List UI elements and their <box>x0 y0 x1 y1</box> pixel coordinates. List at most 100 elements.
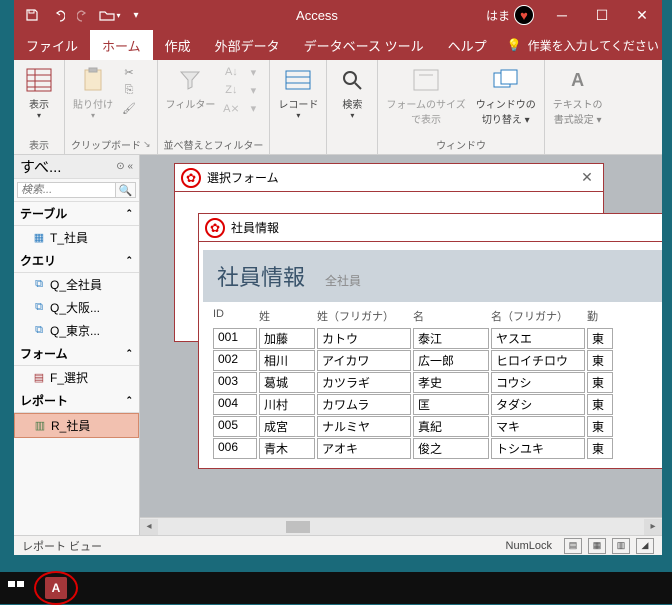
report-view-button[interactable]: ▤ <box>564 538 582 554</box>
horizontal-scrollbar[interactable]: ◂ ▸ <box>140 517 662 535</box>
nav-group-queries[interactable]: クエリ⌃ <box>14 249 139 273</box>
layout-view-button[interactable]: ▥ <box>612 538 630 554</box>
column-headers: ID 姓 姓（フリガナ） 名 名（フリガナ） 勤 <box>199 304 662 328</box>
form-close-button[interactable]: ✕ <box>577 169 597 186</box>
view-mode-label: レポート ビュー <box>22 538 102 554</box>
nav-search-input[interactable] <box>17 182 116 198</box>
formsize-icon <box>412 66 440 94</box>
table-row[interactable]: 003葛城カツラギ孝史コウシ東 <box>199 372 662 393</box>
search-button[interactable]: 検索▾ <box>333 64 371 136</box>
tellme[interactable]: 💡 作業を入力してください <box>499 37 659 54</box>
gear-icon: ✿ <box>181 168 201 188</box>
ribbon-group-clipboard: 貼り付け▾ ✂ ⎘ 🖌 クリップボード ↘ <box>65 60 158 154</box>
switch-window-icon <box>492 66 520 94</box>
maximize-button[interactable]: ☐ <box>582 0 622 30</box>
report-title: 社員情報 <box>217 260 305 292</box>
redo-icon[interactable] <box>72 3 96 27</box>
close-button[interactable]: ✕ <box>622 0 662 30</box>
table-row[interactable]: 001加藤カトウ泰江ヤスエ東 <box>199 328 662 349</box>
ribbon-group-view: 表示▾ 表示 <box>14 60 65 154</box>
nav-item-q-osaka[interactable]: ⧉Q_大阪... <box>14 296 139 319</box>
toggle-filter-icon[interactable]: ▾ <box>245 100 261 116</box>
datasheet-icon <box>25 66 53 94</box>
view-button[interactable]: 表示▾ <box>20 64 58 135</box>
taskview-button[interactable] <box>4 576 28 600</box>
mdi-area: ✿ 選択フォーム ✕ ✿ 社員情報 社員情報 全社員 <box>140 155 662 535</box>
paste-button[interactable]: 貼り付け▾ <box>71 64 115 135</box>
form-title: 社員情報 <box>231 219 279 236</box>
record-icon <box>284 66 312 94</box>
content-area: すべ... ⊙ « 🔍 テーブル⌃ ▦T_社員 クエリ⌃ ⧉Q_全社員 ⧉Q_大… <box>14 155 662 535</box>
report-subtitle: 全社員 <box>325 272 361 289</box>
user-name: はま <box>486 7 510 24</box>
taskbar: A <box>0 572 672 604</box>
tab-dbtools[interactable]: データベース ツール <box>292 30 436 60</box>
format-painter-icon[interactable]: 🖌 <box>121 100 137 116</box>
form-icon: ▤ <box>32 371 46 385</box>
clear-sort-icon[interactable]: A⨯ <box>223 100 239 116</box>
tab-file[interactable]: ファイル <box>14 30 90 60</box>
nav-item-q-all[interactable]: ⧉Q_全社員 <box>14 273 139 296</box>
nav-group-tables[interactable]: テーブル⌃ <box>14 202 139 226</box>
table-row[interactable]: 006青木アオキ俊之トシユキ東 <box>199 438 662 459</box>
tab-help[interactable]: ヘルプ <box>436 30 499 60</box>
sort-desc-icon[interactable]: Z↓ <box>223 82 239 98</box>
report-body: 社員情報 全社員 ID 姓 姓（フリガナ） 名 名（フリガナ） 勤 001加藤カ… <box>199 242 662 468</box>
nav-group-reports[interactable]: レポート⌃ <box>14 389 139 413</box>
query-icon: ⧉ <box>32 278 46 292</box>
cut-icon[interactable]: ✂ <box>121 64 137 80</box>
record-button[interactable]: レコード▾ <box>276 64 320 136</box>
nav-item-r-emp[interactable]: ▥R_社員 <box>14 413 139 438</box>
clipboard-icon <box>79 66 107 94</box>
taskbar-access-button[interactable]: A <box>32 574 80 602</box>
access-icon: A <box>45 577 67 599</box>
save-icon[interactable] <box>20 3 44 27</box>
app-title: Access <box>148 8 486 23</box>
table-icon: ▦ <box>32 231 46 245</box>
ribbon-group-find: 検索▾ <box>327 60 378 154</box>
bulb-icon: 💡 <box>507 38 522 52</box>
copy-icon[interactable]: ⎘ <box>121 82 137 98</box>
dialog-launcher-icon[interactable]: ↘ <box>143 139 151 150</box>
nav-item-f-select[interactable]: ▤F_選択 <box>14 366 139 389</box>
report-icon: ▥ <box>33 419 47 433</box>
tab-create[interactable]: 作成 <box>153 30 203 60</box>
funnel-icon <box>176 66 204 94</box>
nav-header[interactable]: すべ... ⊙ « <box>14 155 139 179</box>
tab-external[interactable]: 外部データ <box>203 30 292 60</box>
nav-item-q-tokyo[interactable]: ⧉Q_東京... <box>14 319 139 342</box>
query-icon: ⧉ <box>32 324 46 338</box>
advanced-filter-icon[interactable]: ▾ <box>245 82 261 98</box>
undo-icon[interactable] <box>46 3 70 27</box>
ribbon-group-records: レコード▾ <box>270 60 327 154</box>
magnifier-icon <box>338 66 366 94</box>
scroll-thumb[interactable] <box>286 521 310 533</box>
selection-filter-icon[interactable]: ▾ <box>245 64 261 80</box>
titlebar: ▾ ▾ Access はま ♥ ─ ☐ ✕ <box>14 0 662 30</box>
minimize-button[interactable]: ─ <box>542 0 582 30</box>
textfmt-button[interactable]: A テキストの 書式設定 ▾ <box>551 64 605 136</box>
nav-dropdown-icon[interactable]: ⊙ « <box>116 161 133 172</box>
avatar[interactable]: ♥ <box>514 5 534 25</box>
table-row[interactable]: 005成宮ナルミヤ真紀マキ東 <box>199 416 662 437</box>
scroll-right-button[interactable]: ▸ <box>644 519 662 535</box>
form-title: 選択フォーム <box>207 169 279 186</box>
form-empinfo[interactable]: ✿ 社員情報 社員情報 全社員 ID 姓 姓（フリガナ） 名 <box>198 213 662 469</box>
nav-item-t-emp[interactable]: ▦T_社員 <box>14 226 139 249</box>
sort-asc-icon[interactable]: A↓ <box>223 64 239 80</box>
textfmt-icon: A <box>564 66 592 94</box>
formsize-button[interactable]: フォームのサイズ で表示 <box>384 64 467 135</box>
filter-button[interactable]: フィルター <box>164 64 218 135</box>
switchwindow-button[interactable]: ウィンドウの 切り替え ▾ <box>474 64 538 135</box>
print-preview-button[interactable]: ▦ <box>588 538 606 554</box>
qat-customize-icon[interactable]: ▾ <box>124 3 148 27</box>
nav-group-forms[interactable]: フォーム⌃ <box>14 342 139 366</box>
table-row[interactable]: 004川村カワムラ匡タダシ東 <box>199 394 662 415</box>
table-row[interactable]: 002相川アイカワ広一郎ヒロイチロウ東 <box>199 350 662 371</box>
nav-search-button[interactable]: 🔍 <box>116 182 136 198</box>
folder-icon[interactable]: ▾ <box>98 3 122 27</box>
tab-home[interactable]: ホーム <box>90 30 153 60</box>
scroll-left-button[interactable]: ◂ <box>140 519 158 535</box>
ribbon-group-window: フォームのサイズ で表示 ウィンドウの 切り替え ▾ ウィンドウ <box>378 60 544 154</box>
design-view-button[interactable]: ◢ <box>636 538 654 554</box>
